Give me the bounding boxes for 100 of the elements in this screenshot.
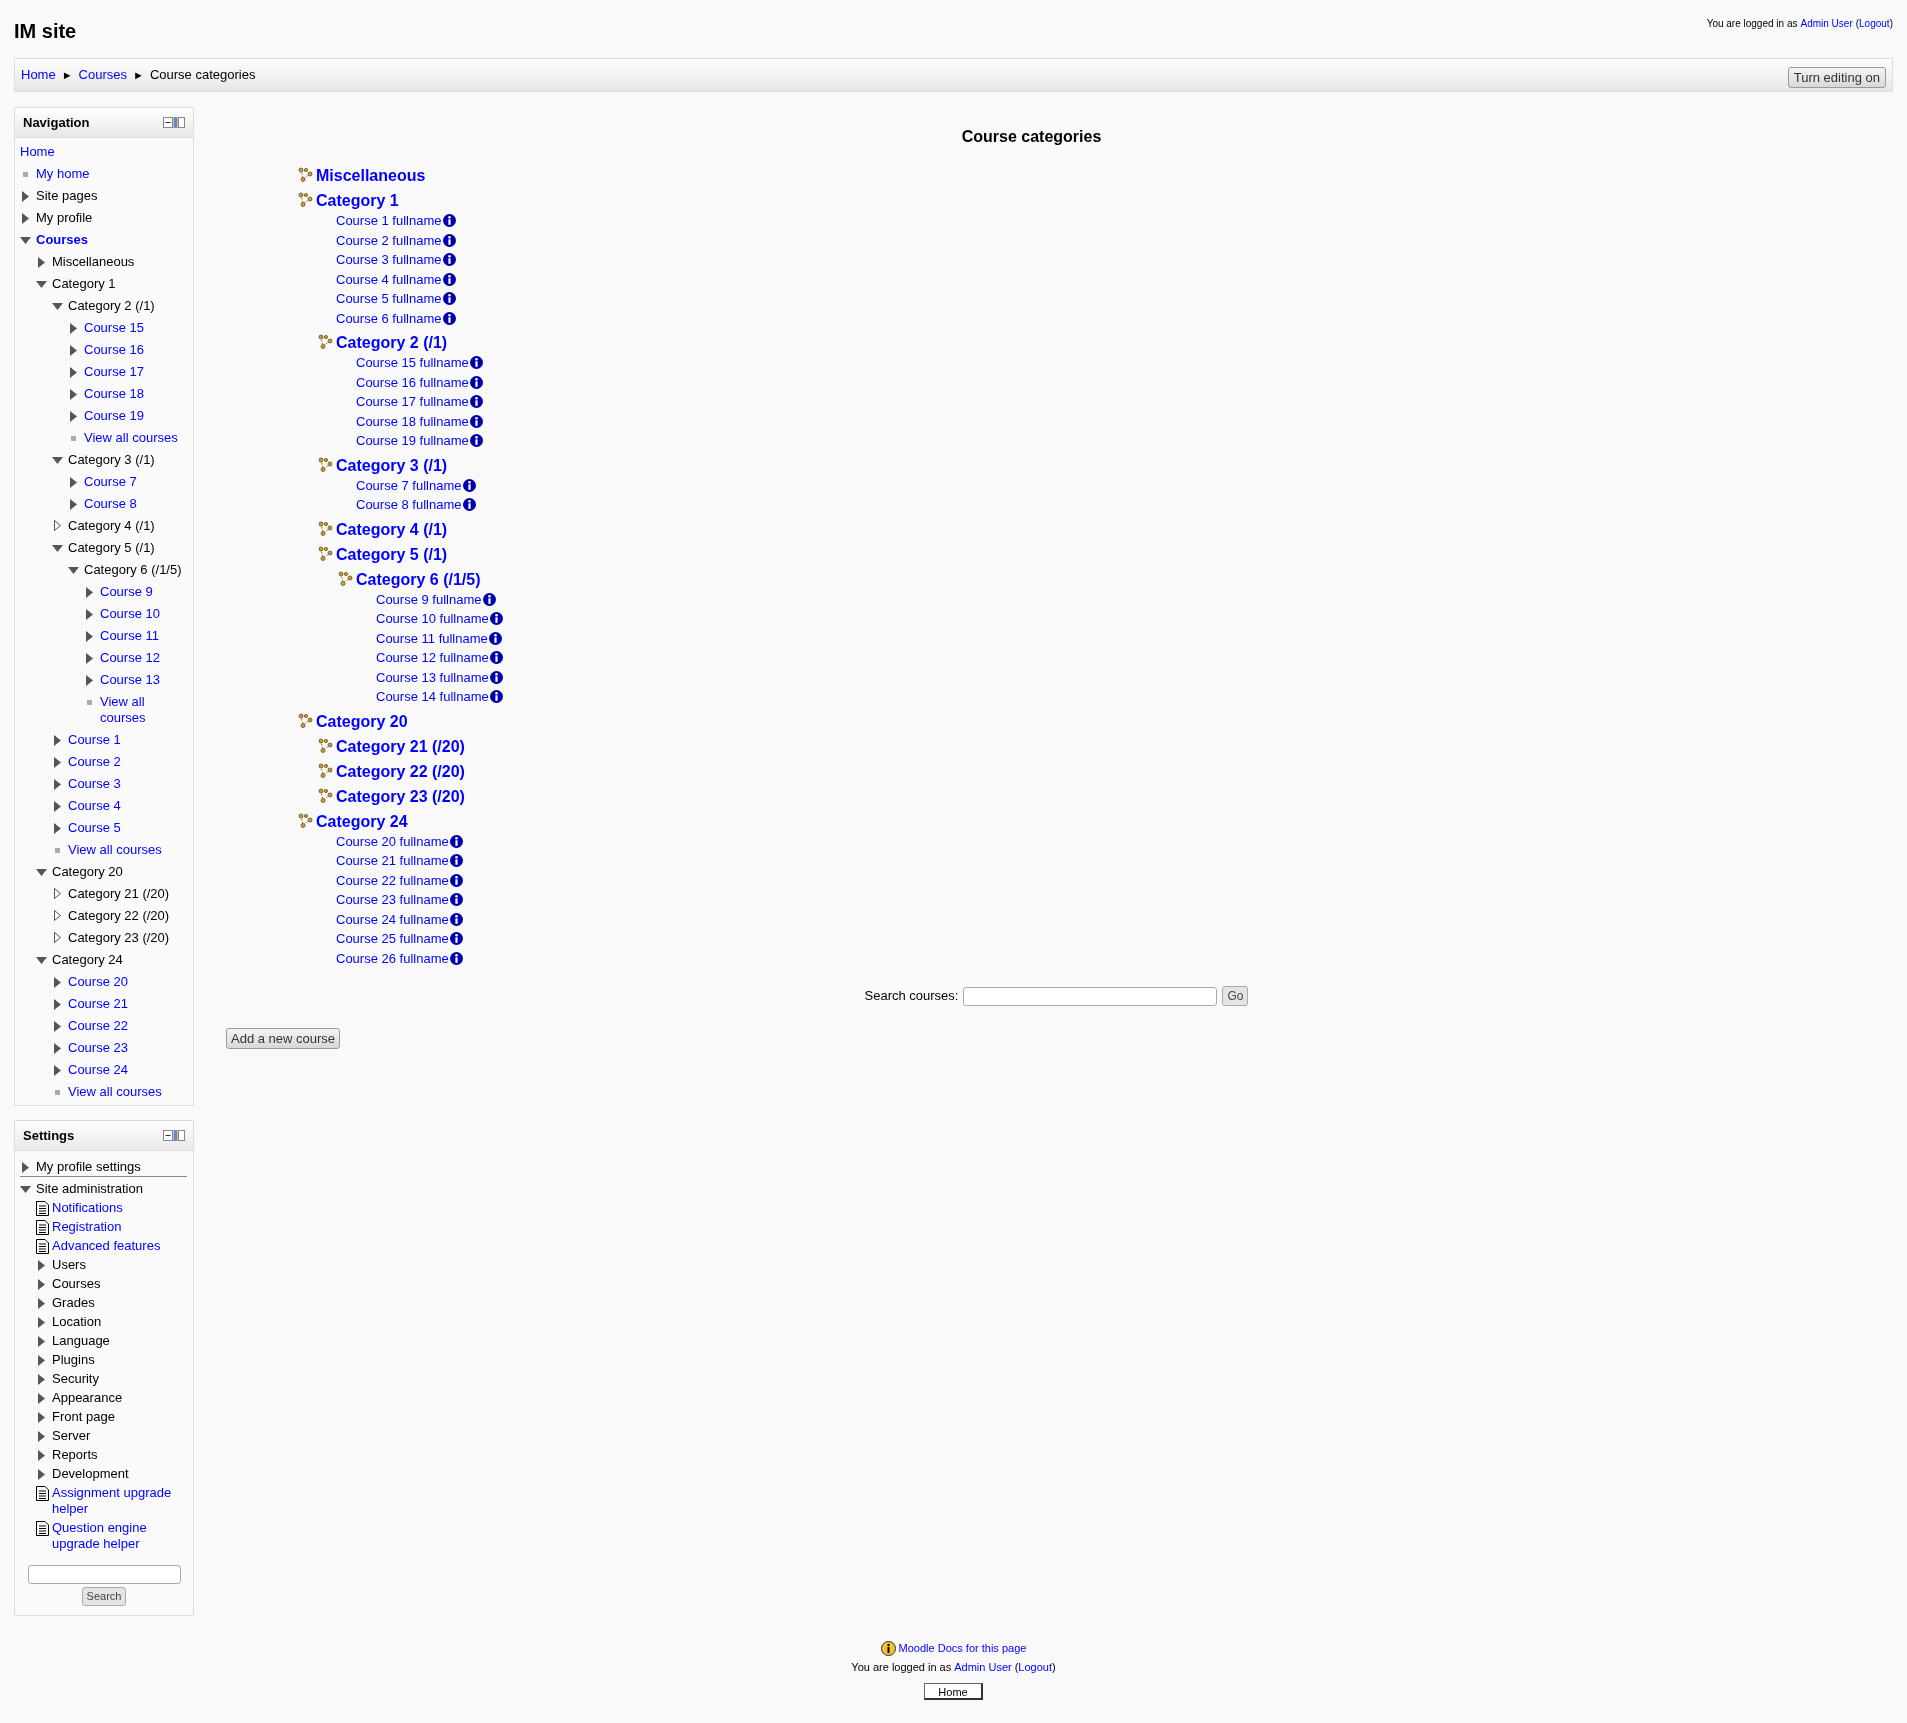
category-link[interactable]: Category 6 (/1/5)	[356, 569, 481, 590]
course-link[interactable]: Course 23 fullname	[336, 890, 449, 910]
nav-item[interactable]: Category 24	[52, 952, 123, 968]
expanded-arrow-icon[interactable]	[36, 957, 47, 964]
nav-item[interactable]: Category 4 (/1)	[68, 518, 155, 534]
turn-editing-on-button[interactable]: Turn editing on	[1787, 66, 1886, 88]
course-link[interactable]: Course 6 fullname	[336, 308, 442, 328]
nav-item[interactable]: Plugins	[52, 1351, 95, 1368]
course-link[interactable]: Course 12 fullname	[376, 648, 489, 668]
collapsed-arrow-icon[interactable]	[86, 653, 93, 664]
collapsed-arrow-icon[interactable]	[22, 191, 29, 202]
info-icon[interactable]	[449, 873, 463, 887]
nav-item[interactable]: My profile	[36, 210, 93, 226]
nav-item[interactable]: Front page	[52, 1408, 115, 1425]
info-icon[interactable]	[469, 395, 483, 409]
home-button[interactable]: Home	[924, 1683, 983, 1700]
category-link[interactable]: Category 22 (/20)	[336, 761, 465, 782]
nav-link[interactable]: Home	[20, 144, 55, 160]
add-course-button[interactable]: Add a new course	[226, 1028, 341, 1049]
collapsed-arrow-icon[interactable]	[22, 213, 29, 224]
logout-link[interactable]: Logout	[1859, 16, 1890, 31]
expanded-arrow-icon[interactable]	[52, 303, 63, 310]
category-link[interactable]: Category 21 (/20)	[336, 736, 465, 757]
category-link[interactable]: Category 24	[316, 811, 408, 832]
course-link[interactable]: Course 13 fullname	[376, 667, 489, 687]
info-icon[interactable]	[489, 651, 503, 665]
breadcrumb-link[interactable]: Home	[21, 65, 56, 85]
nav-link[interactable]: Course 3	[68, 776, 121, 792]
nav-link[interactable]: Course 22	[68, 1018, 128, 1034]
collapsed-arrow-icon[interactable]	[54, 1043, 61, 1054]
nav-link[interactable]: Course 23	[68, 1040, 128, 1056]
nav-item[interactable]: Courses	[52, 1275, 101, 1292]
course-link[interactable]: Course 1 fullname	[336, 211, 442, 231]
nav-item[interactable]: Reports	[52, 1446, 98, 1463]
moodle-docs-link[interactable]: Moodle Docs for this page	[898, 1640, 1027, 1657]
info-icon[interactable]	[488, 631, 502, 645]
collapsed-arrow-icon[interactable]	[54, 779, 61, 790]
category-link[interactable]: Category 2 (/1)	[336, 333, 448, 353]
course-link[interactable]: Course 18 fullname	[356, 411, 469, 431]
nav-link[interactable]: View all courses	[68, 842, 162, 858]
go-button[interactable]: Go	[1222, 986, 1249, 1006]
hollow-arrow-icon[interactable]	[54, 932, 61, 943]
nav-item[interactable]: Category 23 (/20)	[68, 930, 170, 946]
hollow-arrow-icon[interactable]	[54, 910, 61, 921]
nav-item[interactable]: Language	[52, 1332, 110, 1349]
hollow-arrow-icon[interactable]	[54, 520, 61, 531]
info-icon[interactable]	[462, 478, 476, 492]
category-link[interactable]: Category 20	[316, 711, 408, 732]
collapsed-arrow-icon[interactable]	[38, 1297, 45, 1309]
nav-link[interactable]: Advanced features	[52, 1237, 161, 1254]
collapsed-arrow-icon[interactable]	[54, 757, 61, 768]
nav-item[interactable]: Category 3 (/1)	[68, 452, 155, 468]
course-link[interactable]: Course 14 fullname	[376, 687, 489, 707]
collapsed-arrow-icon[interactable]	[70, 389, 77, 400]
nav-item[interactable]: Category 2 (/1)	[68, 298, 155, 314]
info-icon[interactable]	[489, 690, 503, 704]
collapsed-arrow-icon[interactable]	[38, 1278, 45, 1290]
info-icon[interactable]	[442, 272, 456, 286]
course-link[interactable]: Course 17 fullname	[356, 392, 469, 412]
course-link[interactable]: Course 21 fullname	[336, 851, 449, 871]
nav-link[interactable]: Courses	[36, 232, 89, 248]
nav-item[interactable]: Category 21 (/20)	[68, 886, 170, 902]
expanded-arrow-icon[interactable]	[20, 237, 31, 244]
course-link[interactable]: Course 2 fullname	[336, 230, 442, 250]
nav-item[interactable]: Miscellaneous	[52, 254, 135, 270]
settings-search-button[interactable]: Search	[81, 1587, 127, 1606]
nav-item[interactable]: Location	[52, 1313, 102, 1330]
course-link[interactable]: Course 10 fullname	[376, 609, 489, 629]
nav-link[interactable]: Course 21	[68, 996, 128, 1012]
course-link[interactable]: Course 20 fullname	[336, 831, 449, 851]
collapsed-arrow-icon[interactable]	[86, 587, 93, 598]
nav-link[interactable]: Course 1	[68, 732, 121, 748]
course-link[interactable]: Course 25 fullname	[336, 929, 449, 949]
expanded-arrow-icon[interactable]	[20, 1185, 31, 1193]
course-link[interactable]: Course 26 fullname	[336, 948, 449, 968]
collapsed-arrow-icon[interactable]	[38, 1392, 45, 1404]
nav-link[interactable]: Assignment upgrade helper	[52, 1484, 191, 1517]
category-link[interactable]: Miscellaneous	[316, 166, 426, 186]
nav-link[interactable]: Course 10	[100, 606, 160, 622]
collapsed-arrow-icon[interactable]	[70, 411, 77, 422]
nav-item[interactable]: Grades	[52, 1294, 95, 1311]
info-icon[interactable]	[442, 233, 456, 247]
collapsed-arrow-icon[interactable]	[54, 977, 61, 988]
info-icon[interactable]	[469, 356, 483, 370]
info-icon[interactable]	[482, 592, 496, 606]
nav-link[interactable]: Course 19	[84, 408, 144, 424]
nav-item[interactable]: Development	[52, 1465, 129, 1482]
nav-link[interactable]: Course 2	[68, 754, 121, 770]
info-icon[interactable]	[449, 912, 463, 926]
collapsed-arrow-icon[interactable]	[70, 345, 77, 356]
nav-link[interactable]: View all courses	[100, 694, 191, 726]
nav-item[interactable]: Server	[52, 1427, 91, 1444]
course-link[interactable]: Course 16 fullname	[356, 372, 469, 392]
course-link[interactable]: Course 3 fullname	[336, 250, 442, 270]
info-icon[interactable]	[449, 854, 463, 868]
nav-link[interactable]: My home	[36, 166, 90, 182]
nav-link[interactable]: Question engine upgrade helper	[52, 1519, 191, 1552]
user-link[interactable]: Admin User	[1800, 16, 1853, 31]
collapsed-arrow-icon[interactable]	[38, 1354, 45, 1366]
collapsed-arrow-icon[interactable]	[38, 1259, 45, 1271]
